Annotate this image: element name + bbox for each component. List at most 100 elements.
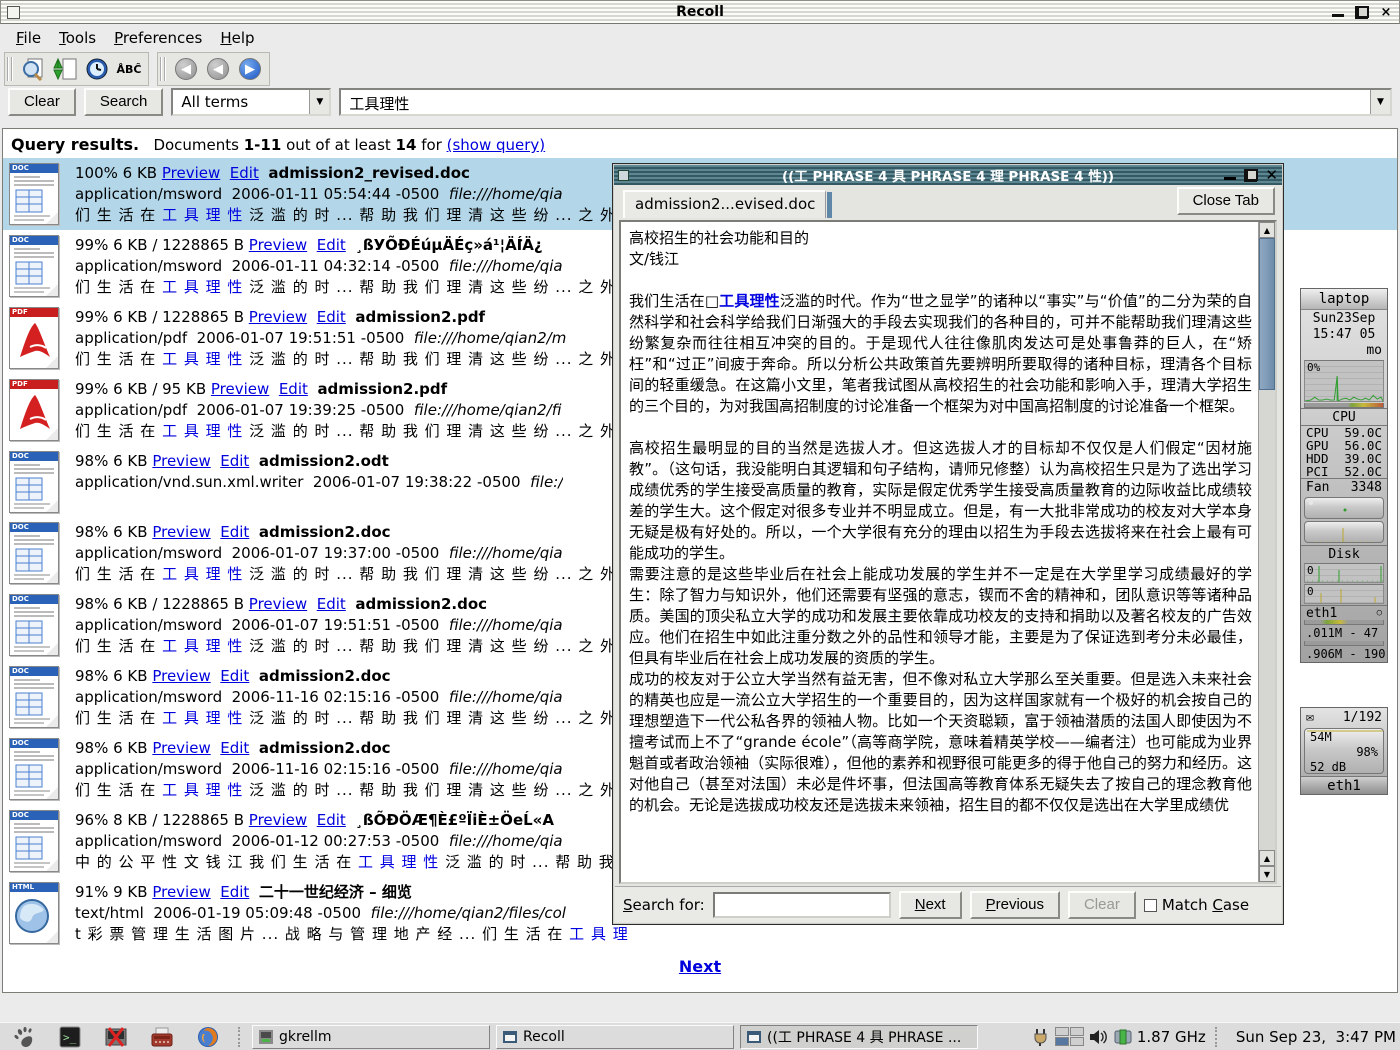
term-explorer-icon[interactable]: ÅBĈ	[114, 55, 144, 83]
result-meta-line: application/msword 2006-01-11 04:32:14 -…	[75, 256, 638, 277]
toolbar-grip[interactable]	[7, 57, 13, 81]
terminal-launcher-icon[interactable]: >_	[50, 1026, 90, 1048]
scroll-down-icon[interactable]: ▼	[1259, 866, 1275, 882]
maximize-icon[interactable]	[1355, 6, 1369, 19]
menu-help[interactable]: Help	[212, 27, 262, 49]
taskbar-button[interactable]: ((工 PHRASE 4 具 PHRASE ...	[740, 1025, 978, 1049]
first-page-icon[interactable]: ◀	[171, 55, 201, 83]
edit-link[interactable]: Edit	[317, 811, 346, 829]
preview-link[interactable]: Preview	[152, 452, 210, 470]
search-button[interactable]: Search	[84, 88, 164, 116]
query-history-icon[interactable]	[18, 55, 48, 83]
fan-chart2[interactable]	[1304, 521, 1384, 543]
chevron-down-icon[interactable]: ▼	[1370, 90, 1390, 114]
scroll-up-icon[interactable]: ▲	[1259, 222, 1275, 238]
eth-section-label: eth1○	[1301, 605, 1387, 620]
main-titlebar[interactable]: Recoll ×	[0, 0, 1400, 24]
preview-search-input[interactable]	[713, 892, 891, 918]
scroll-up-icon[interactable]: ▲	[1259, 850, 1275, 866]
firefox-launcher-icon[interactable]	[188, 1026, 228, 1048]
doc-history-clock-icon[interactable]	[82, 55, 112, 83]
scrollbar[interactable]: ▲ ▲ ▼	[1258, 222, 1275, 882]
preview-link[interactable]: Preview	[249, 595, 307, 613]
taskbar-clock[interactable]: Sun Sep 23, 3:47 PM	[1228, 1028, 1396, 1046]
edit-link[interactable]: Edit	[279, 380, 308, 398]
cpufreq-battery-icon[interactable]	[1114, 1028, 1132, 1046]
clear-button[interactable]: Clear	[8, 88, 76, 116]
mail-row[interactable]: ✉1/192	[1301, 708, 1387, 726]
gkrellm-date: Sun23Sep	[1301, 310, 1387, 327]
menu-tools[interactable]: Tools	[51, 27, 104, 49]
maximize-icon[interactable]	[1244, 169, 1258, 182]
html-file-icon: HTML	[9, 882, 65, 945]
doc-file-icon: DOC	[9, 666, 65, 729]
edit-link[interactable]: Edit	[317, 308, 346, 326]
taskbar-button[interactable]: Recoll	[496, 1025, 734, 1049]
preview-link[interactable]: Preview	[249, 811, 307, 829]
preview-link[interactable]: Preview	[249, 236, 307, 254]
preview-text[interactable]: 高校招生的社会功能和目的文/钱江我们生活在□工具理性泛滥的时代。作为“世之显学”…	[621, 222, 1258, 882]
close-tab-button[interactable]: Close Tab	[1177, 187, 1275, 215]
minimize-icon[interactable]	[1331, 6, 1345, 19]
result-filename: admission2.doc	[259, 739, 391, 757]
result-snippet: 们 生 活 在 工 具 理 性 泛 滥 的 时 ... 帮 助 我 们 理 清 …	[75, 277, 638, 298]
preview-link[interactable]: Preview	[211, 380, 269, 398]
force-quit-icon[interactable]	[96, 1026, 136, 1048]
edit-link[interactable]: Edit	[220, 667, 249, 685]
taskbar-button[interactable]: gkrellm	[252, 1025, 490, 1049]
edit-link[interactable]: Edit	[220, 523, 249, 541]
chevron-down-icon[interactable]: ▼	[309, 90, 329, 114]
find-clear-button[interactable]: Clear	[1068, 891, 1136, 919]
next-page-link[interactable]: Next	[679, 957, 721, 976]
result-meta-line: application/msword 2006-01-07 19:51:51 -…	[75, 615, 638, 636]
typewriter-launcher-icon[interactable]	[142, 1026, 182, 1048]
preview-link[interactable]: Preview	[152, 883, 210, 901]
result-meta-line: application/msword 2006-01-11 05:54:44 -…	[75, 184, 638, 205]
disk-read-chart[interactable]: 0	[1304, 563, 1384, 583]
mail-icon: ✉	[1306, 710, 1314, 725]
result-title-line: 98% 6 KB Preview Edit admission2.doc	[75, 666, 638, 687]
edit-link[interactable]: Edit	[220, 883, 249, 901]
find-next-button[interactable]: Next	[899, 891, 962, 919]
doc-file-icon: DOC	[9, 163, 65, 226]
match-case-checkbox[interactable]: Match Case	[1144, 896, 1249, 914]
toolbar-grip[interactable]	[160, 57, 166, 81]
result-meta-line: text/html 2006-01-19 05:09:48 -0500 file…	[75, 903, 629, 924]
preview-link[interactable]: Preview	[162, 164, 220, 182]
power-plug-icon[interactable]	[1032, 1027, 1050, 1047]
sort-params-icon[interactable]	[50, 55, 80, 83]
edit-link[interactable]: Edit	[317, 236, 346, 254]
taskbar-separator	[238, 1027, 242, 1047]
checkbox-icon[interactable]	[1144, 899, 1157, 912]
find-previous-button[interactable]: Previous	[970, 891, 1060, 919]
fan-chart[interactable]	[1304, 497, 1384, 519]
cpu-chart[interactable]: 0%	[1304, 360, 1384, 402]
next-page-icon[interactable]: ▶	[235, 55, 265, 83]
volume-icon[interactable]	[1089, 1028, 1109, 1046]
preview-tab[interactable]: admission2...evised.doc	[623, 190, 826, 218]
edit-link[interactable]: Edit	[230, 164, 259, 182]
menu-preferences[interactable]: Preferences	[106, 27, 210, 49]
minimize-icon[interactable]	[1223, 169, 1237, 182]
prev-page-icon[interactable]: ◀	[203, 55, 233, 83]
gkrellm-monitor[interactable]: laptop Sun23Sep 15:47 05 mo 0% CPU CPU59…	[1300, 288, 1388, 795]
preview-link[interactable]: Preview	[152, 523, 210, 541]
preview-link[interactable]: Preview	[152, 739, 210, 757]
query-input[interactable]: 工具理性 ▼	[339, 88, 1392, 116]
disk-write-chart[interactable]: 0	[1304, 584, 1384, 604]
edit-link[interactable]: Edit	[317, 595, 346, 613]
preview-link[interactable]: Preview	[152, 667, 210, 685]
search-mode-select[interactable]: All terms ▼	[171, 88, 331, 116]
close-icon[interactable]: ×	[1379, 6, 1393, 19]
close-icon[interactable]: ✕	[1265, 169, 1278, 182]
preview-link[interactable]: Preview	[249, 308, 307, 326]
window-glyph-icon	[747, 1031, 761, 1043]
show-query-link[interactable]: (show query)	[447, 136, 546, 154]
menu-file[interactable]: File	[8, 27, 49, 49]
workspace-pager[interactable]	[1055, 1027, 1084, 1046]
edit-link[interactable]: Edit	[220, 739, 249, 757]
edit-link[interactable]: Edit	[220, 452, 249, 470]
gnome-menu-icon[interactable]	[4, 1026, 44, 1048]
scrollbar-thumb[interactable]	[1259, 238, 1275, 390]
preview-titlebar[interactable]: ((工 PHRASE 4 具 PHRASE 4 理 PHRASE 4 性)) ✕	[614, 165, 1282, 185]
